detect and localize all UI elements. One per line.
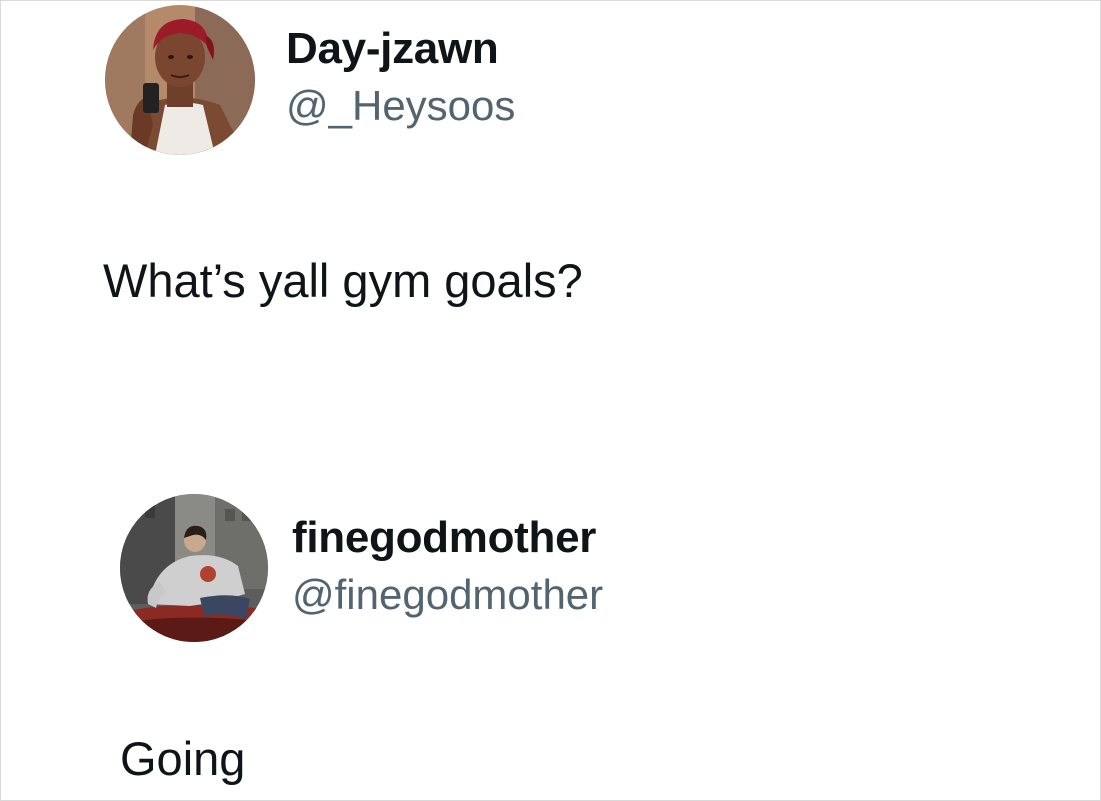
profile-photo-woman-sitting [120, 494, 268, 642]
user-handle[interactable]: @finegodmother [292, 570, 603, 620]
avatar[interactable] [120, 494, 268, 642]
display-name[interactable]: finegodmother [292, 512, 603, 564]
display-name[interactable]: Day-jzawn [286, 23, 515, 75]
user-info: finegodmother @finegodmother [292, 512, 603, 620]
post-text: What’s yall gym goals? [103, 254, 583, 307]
profile-photo-man-selfie [105, 5, 255, 155]
avatar[interactable] [105, 5, 255, 155]
user-handle[interactable]: @_Heysoos [286, 81, 515, 131]
post-text: Going [120, 732, 246, 785]
user-info: Day-jzawn @_Heysoos [286, 23, 515, 131]
